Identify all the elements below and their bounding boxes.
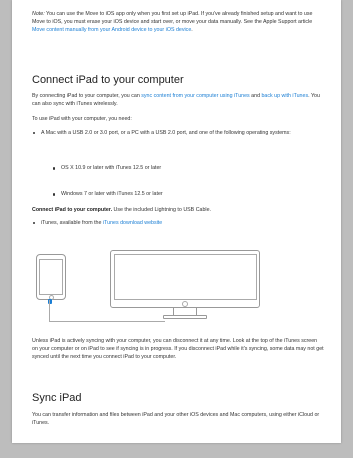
note-text-b: . (191, 27, 193, 34)
connect-instruction-bold: Connect iPad to your computer. (32, 207, 113, 213)
document-page: Note: You can use the Move to iOS app on… (12, 0, 341, 443)
note-text-a: You can use the Move to iOS app only whe… (32, 11, 313, 26)
note-label: Note: (32, 11, 45, 17)
note-paragraph: Note: You can use the Move to iOS app on… (32, 10, 324, 35)
list-item: OS X 10.9 or later with iTunes 12.5 or l… (52, 164, 341, 172)
imac-base (163, 315, 207, 319)
connect-instruction: Connect iPad to your computer. Use the i… (32, 206, 324, 214)
back-up-itunes-link[interactable]: back up with iTunes (261, 93, 308, 99)
connect-heading: Connect iPad to your computer (32, 74, 184, 86)
sync-content-link[interactable]: sync content from your computer using iT… (141, 93, 249, 99)
connect-intro-b: and (249, 93, 262, 99)
list-item: Windows 7 or later with iTunes 12.5 or l… (52, 190, 341, 198)
list-item: iTunes, available from the iTunes downlo… (32, 219, 324, 227)
bullet (33, 221, 36, 224)
bullet (53, 193, 56, 196)
requirements-intro: To use iPad with your computer, you need… (32, 116, 132, 122)
itunes-download-link[interactable]: iTunes download website (103, 220, 162, 226)
cable-horizontal (50, 321, 165, 322)
sync-paragraph: You can transfer information and files b… (32, 412, 320, 427)
connect-intro-paragraph: By connecting iPad to your computer, you… (32, 92, 324, 108)
sync-heading: Sync iPad (32, 392, 82, 404)
ipad-computer-illustration (32, 244, 324, 326)
connect-instruction-rest: Use the included Lightning to USB Cable. (112, 207, 211, 213)
disconnect-paragraph: Unless iPad is actively syncing with you… (32, 338, 324, 361)
requirement-itunes: iTunes, available from the (41, 219, 103, 226)
bullet (33, 132, 36, 135)
connect-intro-a: By connecting iPad to your computer, you… (32, 93, 142, 99)
requirement-mac-pc: A Mac with a USB 2.0 or 3.0 port, or a P… (41, 130, 291, 136)
ipad-screen (39, 259, 63, 295)
cable-vertical (49, 300, 50, 322)
imac-stand (173, 307, 197, 315)
imac-icon (110, 250, 260, 308)
list-item: A Mac with a USB 2.0 or 3.0 port, or a P… (32, 129, 311, 137)
ipad-icon (36, 254, 66, 300)
imac-screen (114, 254, 257, 300)
move-content-manually-link[interactable]: Move content manually from your Android … (32, 27, 191, 33)
bullet (53, 167, 56, 170)
requirement-windows: Windows 7 or later with iTunes 12.5 or l… (61, 191, 163, 198)
requirement-osx: OS X 10.9 or later with iTunes 12.5 or l… (61, 165, 162, 172)
requirements-list: A Mac with a USB 2.0 or 3.0 port, or a P… (32, 129, 324, 226)
